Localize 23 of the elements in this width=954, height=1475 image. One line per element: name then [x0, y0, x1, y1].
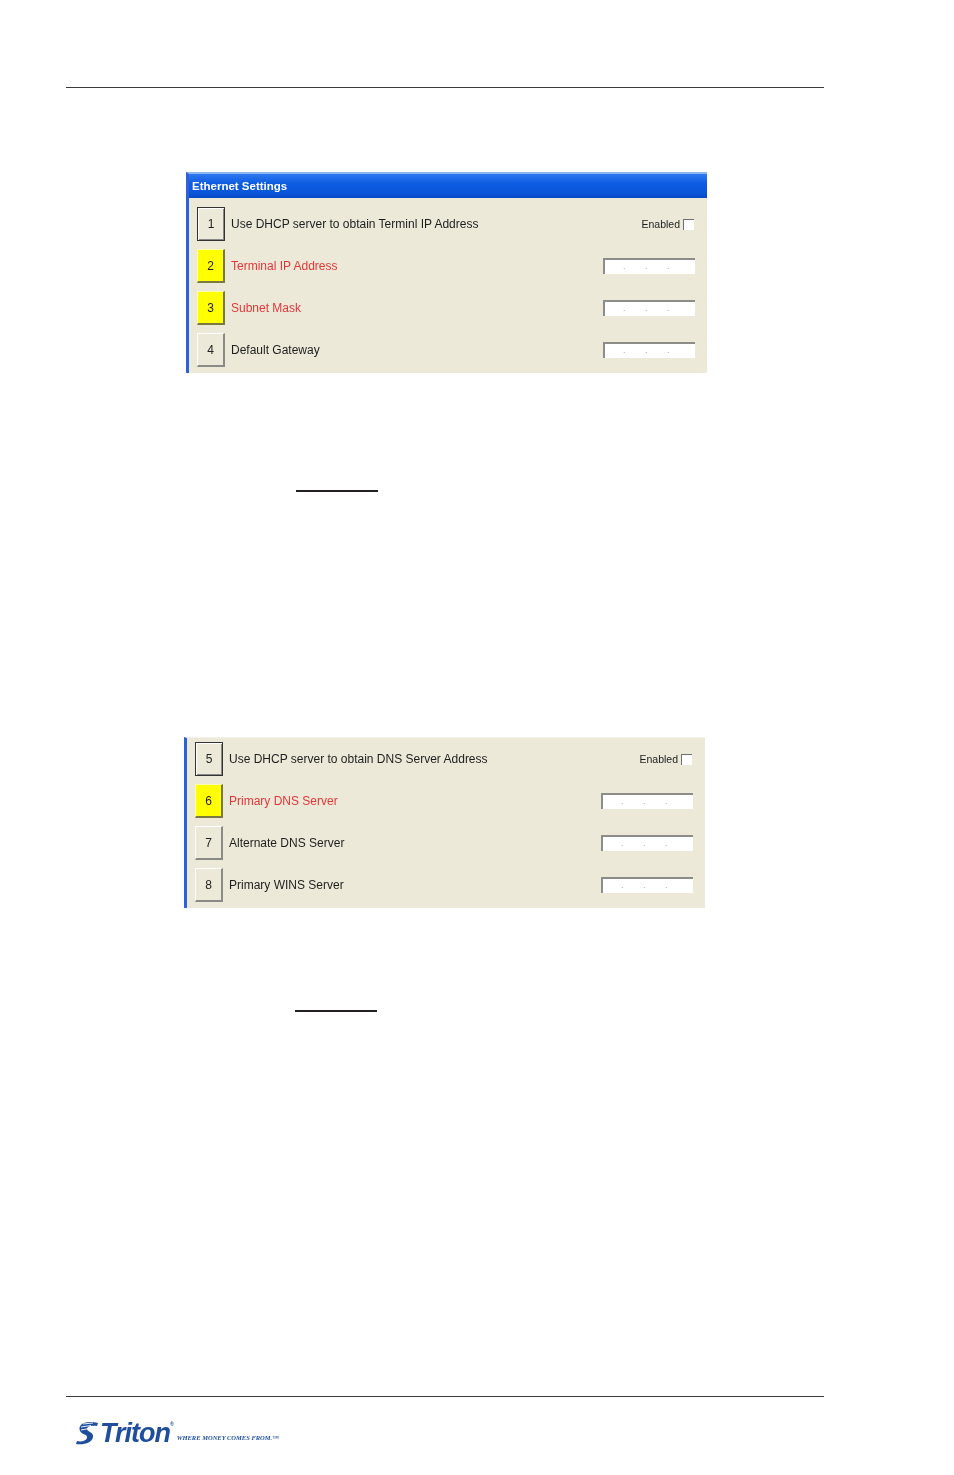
- enabled-label: Enabled: [639, 753, 678, 765]
- setting-label: Use DHCP server to obtain Terminl IP Address: [231, 217, 479, 231]
- setting-label: Primary WINS Server: [229, 878, 344, 892]
- number-button[interactable]: 6: [195, 784, 223, 818]
- checkbox[interactable]: [681, 753, 692, 765]
- number-button[interactable]: 7: [195, 826, 223, 860]
- setting-label: Terminal IP Address: [231, 259, 338, 273]
- number-button[interactable]: 1: [197, 207, 225, 241]
- setting-label: Primary DNS Server: [229, 794, 338, 808]
- setting-label: Subnet Mask: [231, 301, 302, 315]
- number-button[interactable]: 3: [197, 291, 225, 325]
- number-button[interactable]: 2: [197, 249, 225, 283]
- number-button[interactable]: 4: [197, 333, 225, 367]
- setting-label: Alternate DNS Server: [229, 836, 345, 850]
- enabled-label: Enabled: [641, 218, 680, 230]
- setting-label: Default Gateway: [231, 343, 320, 357]
- panel-title-bar: Ethernet Settings: [189, 174, 707, 198]
- number-button[interactable]: 5: [195, 742, 223, 776]
- brand-name: Triton$^{®}$: [100, 1418, 174, 1448]
- checkbox[interactable]: [683, 218, 694, 230]
- number-button[interactable]: 8: [195, 868, 223, 902]
- setting-label: Use DHCP server to obtain DNS Server Address: [229, 752, 488, 766]
- striped-logo-icon: [76, 1421, 98, 1445]
